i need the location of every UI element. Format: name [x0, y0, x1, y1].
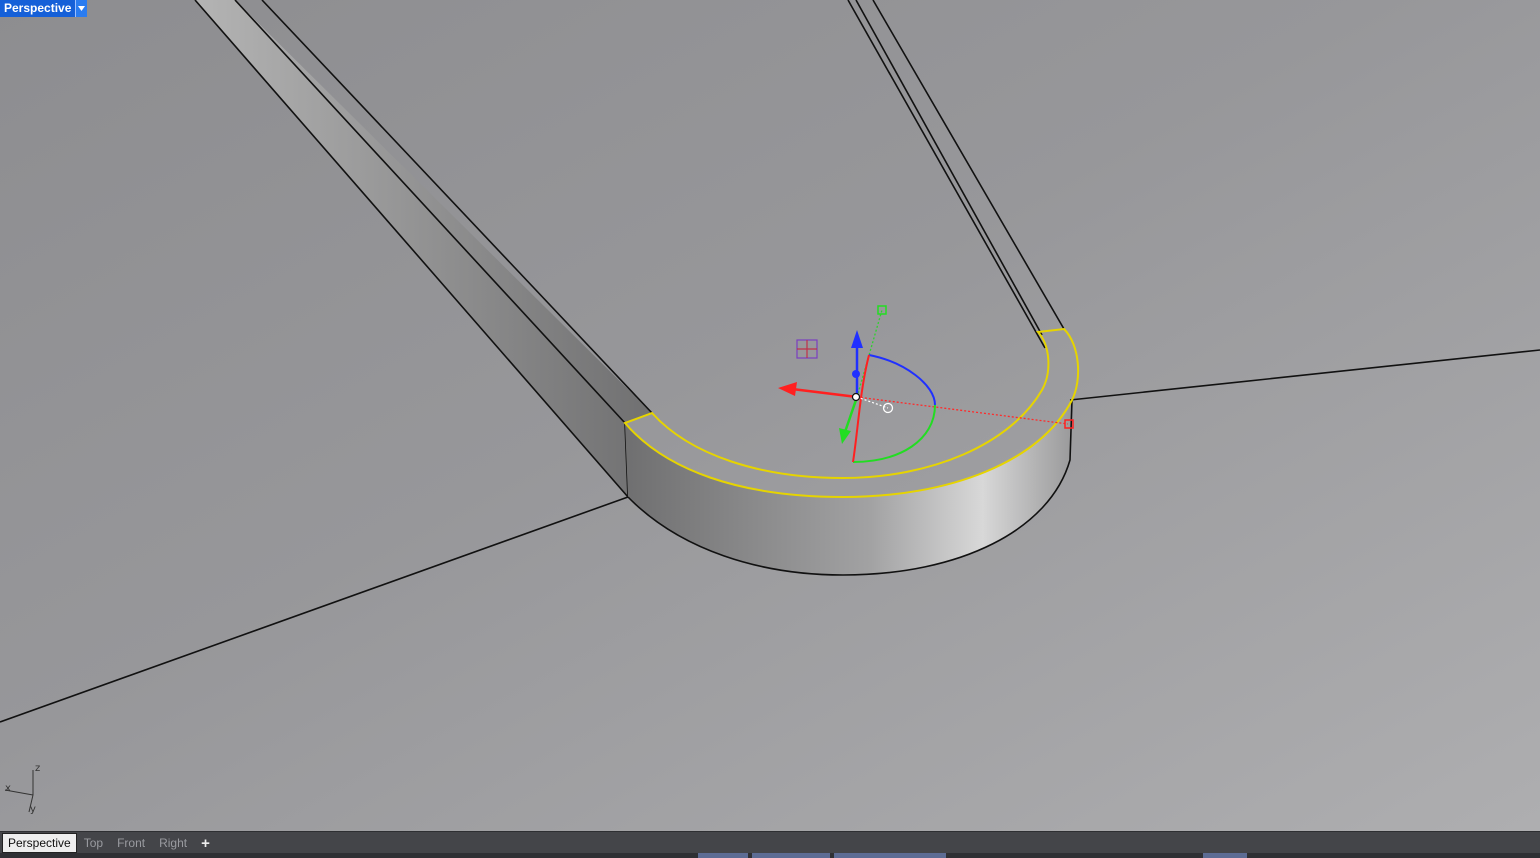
tab-perspective[interactable]: Perspective	[2, 833, 77, 853]
viewport-title: Perspective	[4, 1, 72, 15]
perspective-viewport[interactable]: z x y Perspective	[0, 0, 1540, 831]
gumball-origin[interactable]	[851, 392, 861, 402]
status-button[interactable]	[834, 853, 946, 858]
status-button[interactable]	[698, 853, 748, 858]
viewport-title-button[interactable]: Perspective	[0, 0, 88, 17]
dropdown-arrow-icon[interactable]	[75, 0, 88, 17]
viewport-tab-bar: Perspective Top Front Right +	[0, 831, 1540, 854]
tab-front[interactable]: Front	[110, 833, 152, 853]
status-button[interactable]	[752, 853, 830, 858]
tab-right[interactable]: Right	[152, 833, 194, 853]
plus-icon[interactable]: +	[194, 835, 217, 852]
axis-x-label: x	[5, 783, 11, 794]
move-handle-z[interactable]	[852, 370, 860, 378]
viewport-background	[0, 0, 1540, 831]
axis-y-label: y	[30, 804, 36, 815]
status-button[interactable]	[1203, 853, 1247, 858]
tab-top[interactable]: Top	[77, 833, 110, 853]
viewport-canvas[interactable]: z x y	[0, 0, 1540, 831]
axis-z-label: z	[35, 763, 40, 774]
